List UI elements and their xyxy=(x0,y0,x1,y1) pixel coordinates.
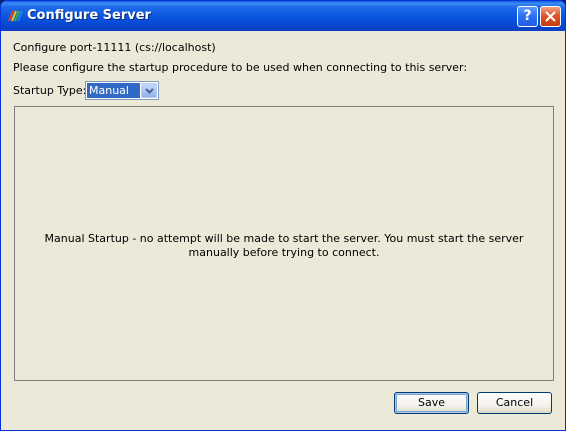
startup-type-label: Startup Type: xyxy=(13,84,87,97)
save-button[interactable]: Save xyxy=(394,392,469,414)
startup-type-select[interactable]: Manual xyxy=(85,81,159,100)
help-button[interactable]: ? xyxy=(517,6,538,27)
help-icon: ? xyxy=(523,8,532,24)
instruction-text: Please configure the startup procedure t… xyxy=(13,61,468,74)
dropdown-button[interactable] xyxy=(141,83,157,98)
configure-server-dialog: Configure Server ? Configure port-11111 … xyxy=(0,0,566,431)
cancel-button[interactable]: Cancel xyxy=(477,392,552,414)
dialog-content: Configure port-11111 (cs://localhost) Pl… xyxy=(4,31,562,427)
server-identifier-text: Configure port-11111 (cs://localhost) xyxy=(13,41,216,54)
app-logo-icon xyxy=(7,8,23,24)
close-button[interactable] xyxy=(540,6,561,27)
chevron-down-icon xyxy=(145,88,154,94)
close-icon xyxy=(545,11,556,22)
startup-type-selected-value: Manual xyxy=(87,83,140,98)
startup-description-text: Manual Startup - no attempt will be made… xyxy=(44,232,524,259)
startup-details-panel: Manual Startup - no attempt will be made… xyxy=(14,106,554,381)
title-bar[interactable]: Configure Server ? xyxy=(1,1,565,31)
window-title: Configure Server xyxy=(27,8,151,23)
